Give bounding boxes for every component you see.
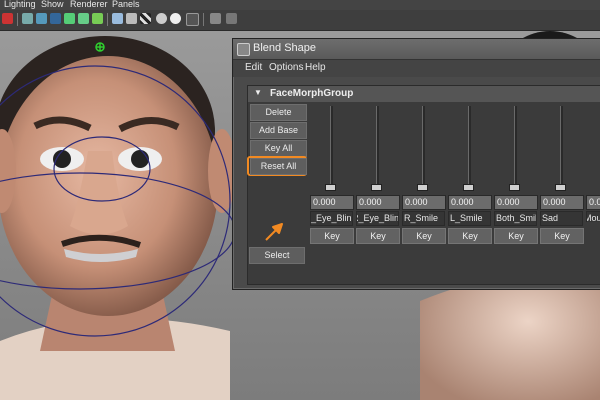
window-titlebar[interactable]: Blend Shape <box>233 39 600 60</box>
target-slider-handle[interactable] <box>555 184 566 191</box>
target-key-button[interactable]: Key <box>494 228 538 244</box>
target-name-field[interactable]: R_Smile <box>402 211 445 226</box>
node-graph-icon[interactable] <box>226 13 237 24</box>
iso-icon[interactable] <box>210 13 221 24</box>
target-weight-field[interactable]: 0.000 <box>494 195 538 210</box>
pointer-arrow-icon <box>265 223 283 241</box>
blendshape-group-name: FaceMorphGroup <box>270 88 354 99</box>
collapse-arrow-icon[interactable]: ▼ <box>254 88 262 97</box>
target-weight-field[interactable]: 0.000 <box>448 195 492 210</box>
target-weight-field[interactable]: 0.000 <box>402 195 446 210</box>
target-slider-handle[interactable] <box>463 184 474 191</box>
cube-shaded-icon[interactable] <box>126 13 137 24</box>
target-name-field[interactable]: Mouth <box>586 211 600 222</box>
target-name-field[interactable]: Sad <box>540 211 583 226</box>
target-slider-track[interactable] <box>330 106 333 184</box>
window-menubar: Edit Options Help <box>233 60 600 77</box>
light-icon[interactable] <box>78 13 89 24</box>
cube-icon[interactable] <box>112 13 123 24</box>
target-key-button[interactable]: Key <box>310 228 354 244</box>
delete-button[interactable]: Delete <box>250 104 307 121</box>
target-slider-handle[interactable] <box>325 184 336 191</box>
smooth-shade-icon[interactable] <box>50 13 61 24</box>
blendshape-target-column: 0.000 Mouth Key <box>586 106 600 222</box>
select-button[interactable]: Select <box>249 247 305 264</box>
target-slider-handle[interactable] <box>417 184 428 191</box>
key-all-button[interactable]: Key All <box>250 140 307 157</box>
target-slider-track[interactable] <box>560 106 563 184</box>
sphere-light-icon[interactable] <box>170 13 181 24</box>
toolbar-separator <box>203 13 204 26</box>
target-weight-field[interactable]: 0.000 <box>310 195 354 210</box>
target-weight-field[interactable]: 0.000 <box>540 195 584 210</box>
target-name-field[interactable]: L_Smile <box>448 211 491 226</box>
character-pupil-right <box>131 150 149 168</box>
target-slider-handle[interactable] <box>509 184 520 191</box>
select-cursor-icon[interactable] <box>186 13 199 26</box>
add-base-button[interactable]: Add Base <box>250 122 307 139</box>
blendshape-group-header[interactable]: ▼ FaceMorphGroup <box>248 86 600 102</box>
toolbar-separator <box>17 13 18 26</box>
viewport-menubar: Lighting Show Renderer Panels <box>0 0 600 10</box>
target-slider-track[interactable] <box>514 106 517 184</box>
blend-shape-window: Blend Shape Edit Options Help ▼ FaceMorp… <box>232 38 600 290</box>
blendshape-target-column: 0.000 R_Smile Key <box>402 106 446 244</box>
target-key-button[interactable]: Key <box>448 228 492 244</box>
menu-renderer[interactable]: Renderer <box>70 0 108 9</box>
checker-icon[interactable] <box>140 13 151 24</box>
target-slider-track[interactable] <box>422 106 425 184</box>
target-slider-track[interactable] <box>468 106 471 184</box>
viewport-toolbar <box>0 10 600 31</box>
blendshape-target-column: 0.000 R_Eye_Blink Key <box>356 106 400 244</box>
menu-show[interactable]: Show <box>41 0 64 9</box>
target-key-button[interactable]: Key <box>402 228 446 244</box>
window-title: Blend Shape <box>253 42 316 54</box>
menu-options[interactable]: Options <box>269 62 303 73</box>
menu-edit[interactable]: Edit <box>245 62 262 73</box>
target-key-button[interactable]: Key <box>540 228 584 244</box>
blendshape-target-column: 0.000 L_Smile Key <box>448 106 492 244</box>
target-name-field[interactable]: R_Eye_Blink <box>356 211 399 226</box>
blendshape-target-column: 0.000 Both_Smile Key <box>494 106 538 244</box>
blendshape-target-column: 0.000 L_Eye_Blink Key <box>310 106 354 244</box>
texture-icon[interactable] <box>64 13 75 24</box>
target-slider-track[interactable] <box>376 106 379 184</box>
target-slider-handle[interactable] <box>371 184 382 191</box>
target-name-field[interactable]: Both_Smile <box>494 211 537 226</box>
wireframe-icon[interactable] <box>36 13 47 24</box>
toolbar-separator <box>107 13 108 26</box>
target-name-field[interactable]: L_Eye_Blink <box>310 211 353 226</box>
sphere-icon[interactable] <box>156 13 167 24</box>
menu-panels[interactable]: Panels <box>112 0 140 9</box>
target-weight-field[interactable]: 0.000 <box>586 195 600 210</box>
target-key-button[interactable]: Key <box>356 228 400 244</box>
target-weight-field[interactable]: 0.000 <box>356 195 400 210</box>
grid-icon[interactable] <box>22 13 33 24</box>
window-app-icon <box>237 43 250 56</box>
x-icon[interactable] <box>2 13 13 24</box>
menu-lighting[interactable]: Lighting <box>4 0 36 9</box>
reset-all-button[interactable]: Reset All <box>250 158 307 175</box>
blendshape-target-column: 0.000 Sad Key <box>540 106 584 244</box>
menu-help[interactable]: Help <box>305 62 326 73</box>
text-icon[interactable] <box>92 13 103 24</box>
